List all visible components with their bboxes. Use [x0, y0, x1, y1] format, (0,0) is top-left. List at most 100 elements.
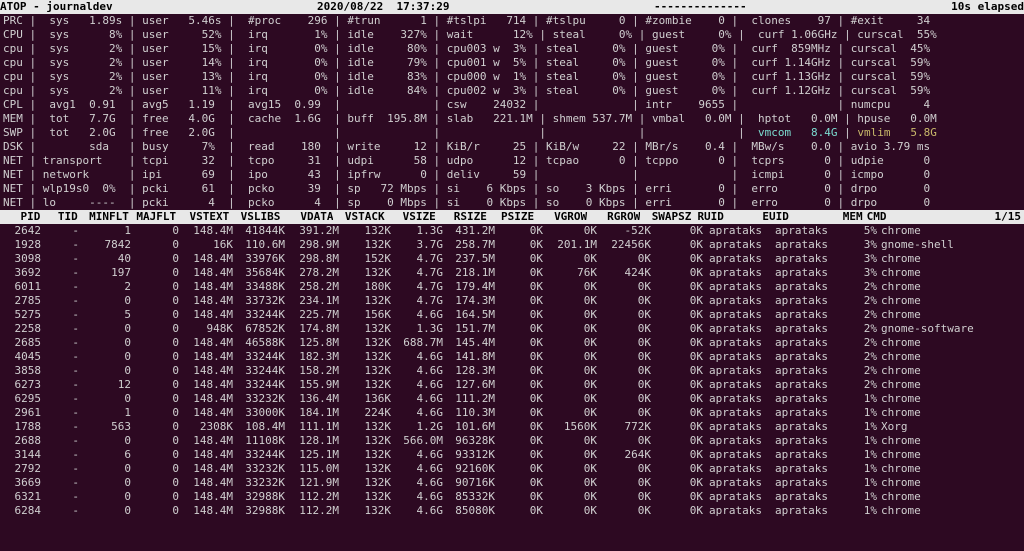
cell-majf: 0 — [131, 504, 179, 518]
cell-vstx: 148.4M — [179, 308, 233, 322]
process-list[interactable]: 2642-10148.4M41844K391.2M132K1.3G431.2M0… — [0, 224, 1024, 518]
cell-swap: 0K — [651, 490, 703, 504]
system-stats: PRC | sys 1.89s | user 5.46s | #proc 296… — [0, 14, 1024, 210]
cell-euid: aprataks — [775, 406, 841, 420]
cell-mem: 1% — [841, 462, 877, 476]
table-row[interactable]: 6011-20148.4M33488K258.2M180K4.7G179.4M0… — [3, 280, 1021, 294]
col-mem[interactable]: MEM — [827, 210, 862, 224]
cell-swap: 0K — [651, 406, 703, 420]
cell-ruid: aprataks — [703, 266, 775, 280]
cell-vslib: 33244K — [233, 378, 285, 392]
col-ruid[interactable]: RUID — [691, 210, 762, 224]
table-row[interactable]: 3098-400148.4M33976K298.8M152K4.7G237.5M… — [3, 252, 1021, 266]
cell-cmd: chrome — [877, 294, 1011, 308]
cell-psz: 0K — [495, 504, 543, 518]
cell-tid: - — [41, 364, 79, 378]
table-row[interactable]: 1928-7842016K110.6M298.9M132K3.7G258.7M0… — [3, 238, 1021, 252]
cell-majf: 0 — [131, 406, 179, 420]
col-rgrow[interactable]: RGROW — [587, 210, 640, 224]
table-row[interactable]: 3692-1970148.4M35684K278.2M132K4.7G218.1… — [3, 266, 1021, 280]
cell-vdata: 391.2M — [285, 224, 339, 238]
table-row[interactable]: 2258-00948K67852K174.8M132K1.3G151.7M0K0… — [3, 322, 1021, 336]
cell-pid: 6321 — [3, 490, 41, 504]
cell-swap: 0K — [651, 350, 703, 364]
table-row[interactable]: 2688-00148.4M11108K128.1M132K566.0M96328… — [3, 434, 1021, 448]
cell-minf: 0 — [79, 350, 131, 364]
table-row[interactable]: 6321-00148.4M32988K112.2M132K4.6G85332K0… — [3, 490, 1021, 504]
cell-vdata: 225.7M — [285, 308, 339, 322]
cell-vslib: 46588K — [233, 336, 285, 350]
table-row[interactable]: 5275-50148.4M33244K225.7M156K4.6G164.5M0… — [3, 308, 1021, 322]
cell-cmd: chrome — [877, 406, 1011, 420]
cell-vslib: 67852K — [233, 322, 285, 336]
col-swapsz[interactable]: SWAPSZ — [640, 210, 691, 224]
col-pid[interactable]: PID — [3, 210, 40, 224]
table-row[interactable]: 2785-00148.4M33732K234.1M132K4.7G174.3M0… — [3, 294, 1021, 308]
cell-swap: 0K — [651, 378, 703, 392]
cell-pid: 2642 — [3, 224, 41, 238]
cell-euid: aprataks — [775, 322, 841, 336]
col-majflt[interactable]: MAJFLT — [129, 210, 176, 224]
cell-majf: 0 — [131, 238, 179, 252]
cell-vstx: 148.4M — [179, 476, 233, 490]
cell-ruid: aprataks — [703, 252, 775, 266]
col-vstack[interactable]: VSTACK — [333, 210, 384, 224]
cell-vgrow: 0K — [543, 280, 597, 294]
cell-vslib: 32988K — [233, 504, 285, 518]
table-row[interactable]: 2685-00148.4M46588K125.8M132K688.7M145.4… — [3, 336, 1021, 350]
col-vsize[interactable]: VSIZE — [385, 210, 436, 224]
cell-vdata: 158.2M — [285, 364, 339, 378]
cell-vsz: 4.7G — [391, 294, 443, 308]
table-row[interactable]: 2642-10148.4M41844K391.2M132K1.3G431.2M0… — [3, 224, 1021, 238]
cell-minf: 0 — [79, 392, 131, 406]
cell-cmd: chrome — [877, 252, 1011, 266]
col-vslibs[interactable]: VSLIBS — [229, 210, 280, 224]
cell-rgrow: 0K — [597, 308, 651, 322]
col-vgrow[interactable]: VGROW — [534, 210, 587, 224]
cell-vgrow: 0K — [543, 504, 597, 518]
cell-rsz: 127.6M — [443, 378, 495, 392]
cell-swap: 0K — [651, 238, 703, 252]
cell-vstx: 148.4M — [179, 224, 233, 238]
table-row[interactable]: 1788-56302308K108.4M111.1M132K1.2G101.6M… — [3, 420, 1021, 434]
cell-majf: 0 — [131, 336, 179, 350]
cell-ruid: aprataks — [703, 462, 775, 476]
table-row[interactable]: 3858-00148.4M33244K158.2M132K4.6G128.3M0… — [3, 364, 1021, 378]
cell-ruid: aprataks — [703, 322, 775, 336]
cell-mem: 1% — [841, 448, 877, 462]
col-minflt[interactable]: MINFLT — [78, 210, 129, 224]
cell-vdata: 115.0M — [285, 462, 339, 476]
cell-vsz: 4.6G — [391, 504, 443, 518]
cell-ruid: aprataks — [703, 364, 775, 378]
cell-rsz: 151.7M — [443, 322, 495, 336]
table-row[interactable]: 6284-00148.4M32988K112.2M132K4.6G85080K0… — [3, 504, 1021, 518]
col-psize[interactable]: PSIZE — [487, 210, 534, 224]
cell-cmd: chrome — [877, 448, 1011, 462]
cell-rsz: 141.8M — [443, 350, 495, 364]
cell-euid: aprataks — [775, 420, 841, 434]
table-row[interactable]: 3144-60148.4M33244K125.1M132K4.6G93312K0… — [3, 448, 1021, 462]
cell-vstx: 948K — [179, 322, 233, 336]
col-tid[interactable]: TID — [40, 210, 77, 224]
table-row[interactable]: 2792-00148.4M33232K115.0M132K4.6G92160K0… — [3, 462, 1021, 476]
col-cmd[interactable]: CMD — [863, 210, 995, 224]
cell-tid: - — [41, 238, 79, 252]
table-row[interactable]: 6295-00148.4M33232K136.4M136K4.6G111.2M0… — [3, 392, 1021, 406]
col-euid[interactable]: EUID — [762, 210, 827, 224]
col-rsize[interactable]: RSIZE — [436, 210, 487, 224]
cell-mem: 3% — [841, 266, 877, 280]
cell-vdata: 125.8M — [285, 336, 339, 350]
cell-vstack: 132K — [339, 224, 391, 238]
cell-vsz: 4.6G — [391, 462, 443, 476]
table-row[interactable]: 4045-00148.4M33244K182.3M132K4.6G141.8M0… — [3, 350, 1021, 364]
cell-vsz: 4.7G — [391, 252, 443, 266]
col-vstext[interactable]: VSTEXT — [176, 210, 229, 224]
col-vdata[interactable]: VDATA — [280, 210, 333, 224]
cell-vstack: 132K — [339, 504, 391, 518]
cell-vslib: 33244K — [233, 350, 285, 364]
cell-rgrow: -52K — [597, 224, 651, 238]
table-row[interactable]: 2961-10148.4M33000K184.1M224K4.6G110.3M0… — [3, 406, 1021, 420]
table-row[interactable]: 3669-00148.4M33232K121.9M132K4.6G90716K0… — [3, 476, 1021, 490]
table-row[interactable]: 6273-120148.4M33244K155.9M132K4.6G127.6M… — [3, 378, 1021, 392]
cell-pid: 2785 — [3, 294, 41, 308]
